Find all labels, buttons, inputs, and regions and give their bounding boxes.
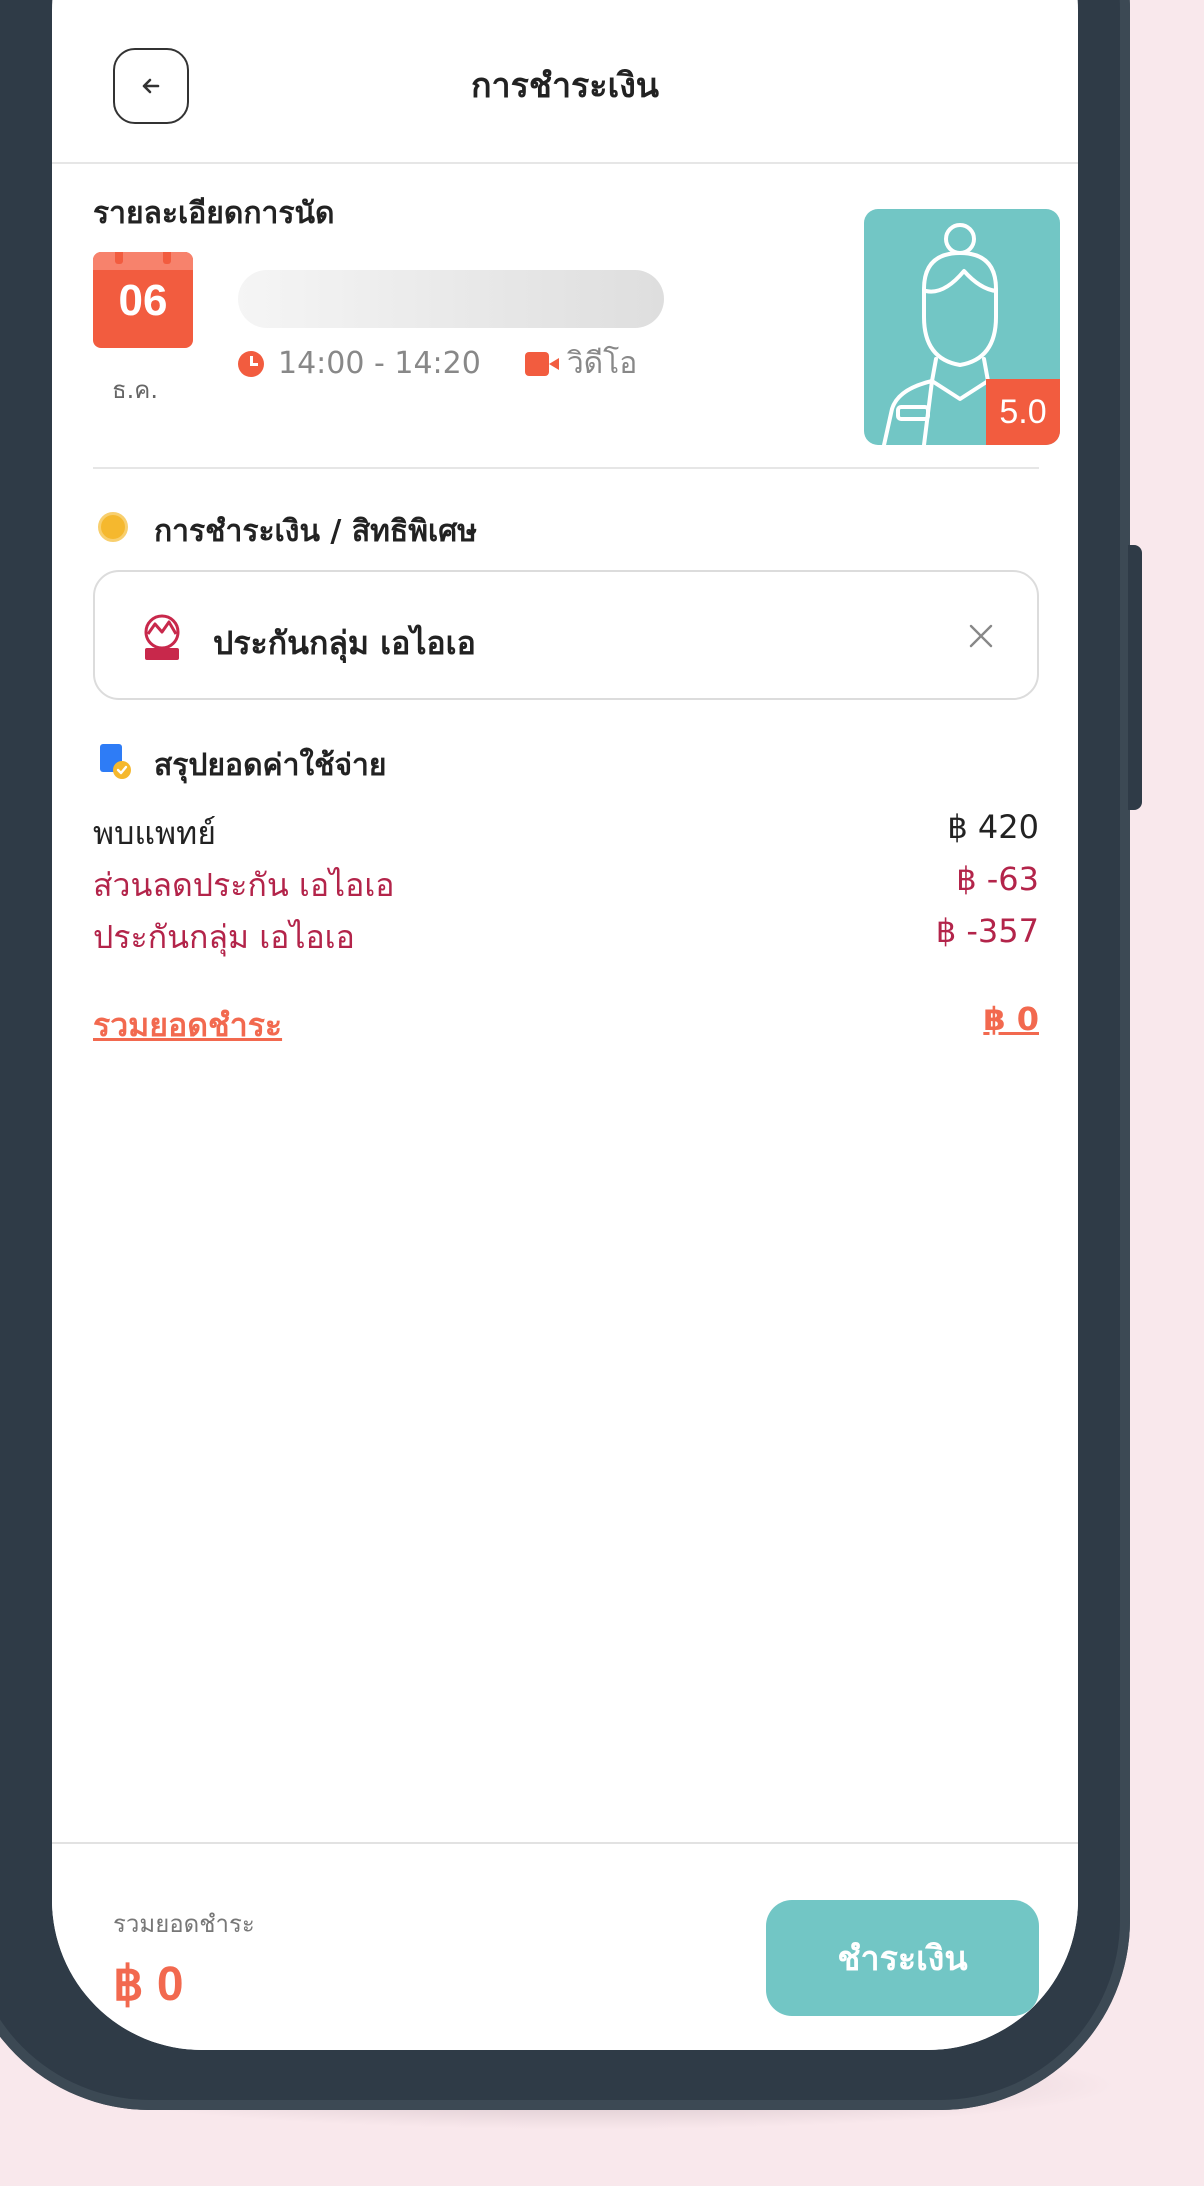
- app-screen: การชำระเงิน รายละเอียดการนัด 06 ธ.ค. 14:…: [52, 0, 1078, 2050]
- bottom-payment-bar: รวมยอดชำระ ฿ 0 ชำระเงิน: [52, 1842, 1078, 2050]
- page-title: การชำระเงิน: [470, 66, 660, 106]
- close-icon[interactable]: [965, 620, 997, 652]
- pay-button[interactable]: ชำระเงิน: [766, 1900, 1039, 2016]
- footer-total-label: รวมยอดชำระ: [113, 1910, 255, 1938]
- appointment-time: 14:00 - 14:20: [278, 346, 481, 381]
- appointment-section-label: รายละเอียดการนัด: [93, 196, 335, 231]
- coin-icon: [98, 512, 128, 542]
- summary-row-label: ประกันกลุ่ม เอไอเอ: [93, 918, 355, 956]
- appointment-type: วิดีโอ: [566, 346, 638, 381]
- payment-method-name: ประกันกลุ่ม เอไอเอ: [213, 624, 476, 662]
- summary-row-insurance-discount: ส่วนลดประกัน เอไอเอ ฿ -63: [93, 860, 1039, 911]
- summary-total-amount: ฿ 0: [983, 1000, 1039, 1038]
- video-camera-icon: [524, 351, 559, 376]
- calendar-icon: 06: [93, 252, 193, 348]
- header: การชำระเงิน: [52, 0, 1078, 164]
- section-divider: [93, 467, 1039, 469]
- appointment-month: ธ.ค.: [112, 376, 158, 404]
- summary-total-row: รวมยอดชำระ ฿ 0: [93, 1000, 1039, 1051]
- payment-section-label: การชำระเงิน / สิทธิพิเศษ: [154, 514, 478, 549]
- aia-logo-icon: [144, 614, 180, 660]
- summary-row-amount: ฿ 420: [947, 808, 1039, 846]
- doctor-rating-badge: 5.0: [986, 379, 1060, 445]
- footer-total-amount: ฿ 0: [113, 1958, 184, 2011]
- doctor-avatar[interactable]: 5.0: [864, 209, 1060, 445]
- summary-row-amount: ฿ -357: [935, 912, 1039, 950]
- summary-section-label: สรุปยอดค่าใช้จ่าย: [154, 748, 387, 783]
- summary-row-consult: พบแพทย์ ฿ 420: [93, 808, 1039, 859]
- clock-icon: [238, 350, 264, 377]
- phone-side-button: [1128, 545, 1142, 810]
- summary-row-label: พบแพทย์: [93, 814, 216, 852]
- appointment-day: 06: [118, 276, 168, 325]
- doctor-name-placeholder: [238, 270, 664, 328]
- payment-method-card[interactable]: ประกันกลุ่ม เอไอเอ: [93, 570, 1039, 700]
- appointment-time-row: 14:00 - 14:20 วิดีโอ: [238, 340, 637, 387]
- summary-row-group-insurance: ประกันกลุ่ม เอไอเอ ฿ -357: [93, 912, 1039, 963]
- summary-row-label: ส่วนลดประกัน เอไอเอ: [93, 866, 395, 904]
- document-check-icon: [100, 744, 131, 779]
- summary-total-label: รวมยอดชำระ: [93, 1006, 283, 1044]
- summary-row-amount: ฿ -63: [956, 860, 1039, 898]
